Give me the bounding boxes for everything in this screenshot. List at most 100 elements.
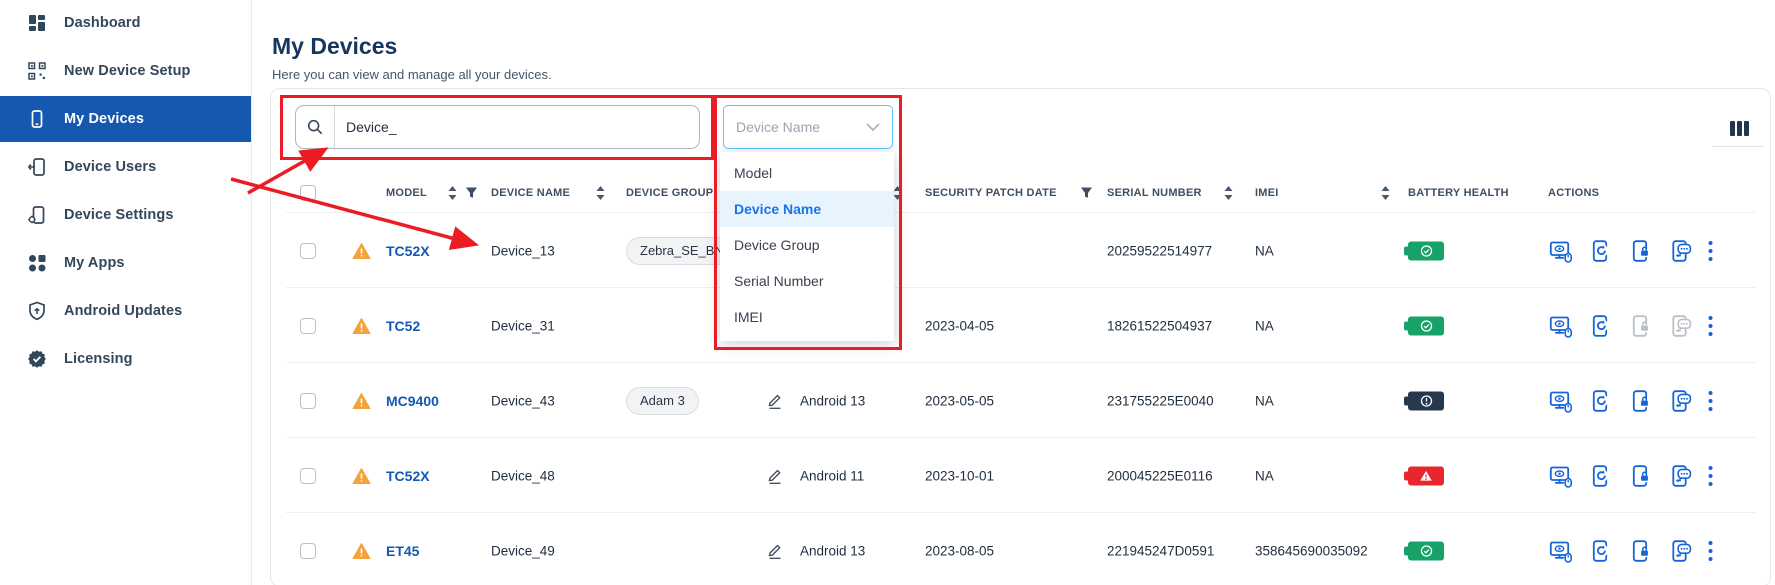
action-lock-device-icon[interactable] [1629, 464, 1653, 488]
menu-option-imei[interactable]: IMEI [720, 299, 894, 335]
action-more-options-icon[interactable] [1707, 239, 1714, 263]
chevron-down-icon [866, 123, 880, 131]
sidebar-item-device-settings[interactable]: Device Settings [0, 192, 251, 238]
security-patch-cell: 2023-05-05 [925, 393, 994, 408]
row-checkbox[interactable] [300, 318, 316, 334]
sidebar-item-android-updates[interactable]: Android Updates [0, 288, 251, 334]
os-version-cell: Android 13 [800, 543, 865, 558]
table-row: MC9400 Device_43 Adam 3 Android 13 2023-05-0… [286, 362, 1756, 438]
action-reboot-device-icon[interactable] [1589, 239, 1613, 263]
action-more-options-icon[interactable] [1707, 539, 1714, 563]
action-reboot-device-icon[interactable] [1589, 314, 1613, 338]
imei-cell: NA [1255, 243, 1274, 258]
menu-option-device-name[interactable]: Device Name [720, 191, 894, 227]
battery-health-badge [1408, 241, 1444, 260]
device-management-app: Dashboard New Device Setup My Devices De… [0, 0, 1775, 585]
row-checkbox[interactable] [300, 393, 316, 409]
serial-number-cell: 20259522514977 [1107, 243, 1212, 258]
os-version-cell: Android 13 [800, 393, 865, 408]
sidebar-item-label: Device Users [64, 159, 156, 175]
toolbar-divider [1712, 146, 1764, 147]
action-reboot-device-icon[interactable] [1589, 464, 1613, 488]
menu-option-model[interactable]: Model [720, 155, 894, 191]
serial-number-cell: 200045225E0116 [1107, 468, 1213, 483]
table-row: ET45 Device_49 Android 13 2023-08-05 2219452… [286, 512, 1756, 585]
security-patch-cell: 2023-08-05 [925, 543, 994, 558]
battery-health-badge [1408, 466, 1444, 485]
model-link[interactable]: ET45 [386, 543, 419, 559]
action-more-options-icon[interactable] [1707, 389, 1714, 413]
sidebar-item-my-apps[interactable]: My Apps [0, 240, 251, 286]
action-send-message-icon[interactable] [1668, 314, 1693, 338]
search-field-menu: Model Device Name Device Group Serial Nu… [720, 152, 894, 341]
security-patch-cell: 2023-04-05 [925, 318, 994, 333]
apps-icon [27, 253, 47, 273]
action-send-message-icon[interactable] [1668, 539, 1693, 563]
warning-icon [352, 317, 371, 334]
menu-option-device-group[interactable]: Device Group [720, 227, 894, 263]
sidebar-item-label: Android Updates [64, 303, 182, 319]
device-name-cell: Device_43 [491, 393, 555, 408]
action-more-options-icon[interactable] [1707, 314, 1714, 338]
menu-option-serial-number[interactable]: Serial Number [720, 263, 894, 299]
warning-icon [352, 467, 371, 484]
sidebar-item-licensing[interactable]: Licensing [0, 336, 251, 382]
action-reboot-device-icon[interactable] [1589, 539, 1613, 563]
table-row: TC52Device_312023-04-0518261522504937NA [286, 287, 1756, 363]
serial-number-cell: 231755225E0040 [1107, 393, 1214, 408]
search-field-dropdown[interactable]: Device Name [723, 105, 893, 149]
serial-number-cell: 221945247D0591 [1107, 543, 1214, 558]
imei-cell: 358645690035092 [1255, 543, 1368, 558]
row-checkbox[interactable] [300, 468, 316, 484]
serial-number-cell: 18261522504937 [1107, 318, 1212, 333]
action-lock-device-icon[interactable] [1629, 539, 1653, 563]
edit-device-group-icon[interactable] [767, 542, 783, 559]
sidebar-item-new-device-setup[interactable]: New Device Setup [0, 48, 251, 94]
sidebar-item-dashboard[interactable]: Dashboard [0, 0, 251, 46]
dashboard-icon [27, 13, 47, 33]
action-reboot-device-icon[interactable] [1589, 389, 1613, 413]
action-remote-access-icon[interactable] [1548, 539, 1574, 563]
qr-code-icon [27, 61, 47, 81]
action-more-options-icon[interactable] [1707, 464, 1714, 488]
model-link[interactable]: MC9400 [386, 393, 439, 409]
device-group-chip: Zebra_SE_BN [626, 237, 730, 265]
action-lock-device-icon[interactable] [1629, 389, 1653, 413]
action-send-message-icon[interactable] [1668, 464, 1693, 488]
action-send-message-icon[interactable] [1668, 239, 1693, 263]
license-badge-icon [27, 349, 47, 369]
row-checkbox[interactable] [300, 243, 316, 259]
model-link[interactable]: TC52 [386, 318, 420, 334]
security-patch-cell: 2023-10-01 [925, 468, 994, 483]
sidebar-item-label: Dashboard [64, 15, 141, 31]
sidebar-item-device-users[interactable]: Device Users [0, 144, 251, 190]
device-group-chip: Adam 3 [626, 387, 699, 415]
model-link[interactable]: TC52X [386, 468, 430, 484]
edit-device-group-icon[interactable] [767, 467, 783, 484]
search-icon [296, 106, 335, 148]
imei-cell: NA [1255, 468, 1274, 483]
action-send-message-icon[interactable] [1668, 389, 1693, 413]
device-name-cell: Device_31 [491, 318, 555, 333]
sidebar-item-my-devices[interactable]: My Devices [0, 96, 251, 142]
sidebar-item-label: Licensing [64, 351, 133, 367]
device-name-cell: Device_49 [491, 543, 555, 558]
action-lock-device-icon[interactable] [1629, 239, 1653, 263]
search-input[interactable] [335, 118, 699, 136]
battery-health-badge [1408, 316, 1444, 335]
device-search [295, 105, 700, 149]
imei-cell: NA [1255, 393, 1274, 408]
action-remote-access-icon[interactable] [1548, 389, 1574, 413]
device-settings-icon [27, 205, 47, 225]
action-remote-access-icon[interactable] [1548, 314, 1574, 338]
warning-icon [352, 242, 371, 259]
warning-icon [352, 542, 371, 559]
row-checkbox[interactable] [300, 543, 316, 559]
model-link[interactable]: TC52X [386, 243, 430, 259]
edit-device-group-icon[interactable] [767, 392, 783, 409]
action-remote-access-icon[interactable] [1548, 464, 1574, 488]
column-picker-icon[interactable] [1730, 121, 1749, 136]
action-lock-device-icon[interactable] [1629, 314, 1653, 338]
sidebar-item-label: My Devices [64, 111, 144, 127]
action-remote-access-icon[interactable] [1548, 239, 1574, 263]
